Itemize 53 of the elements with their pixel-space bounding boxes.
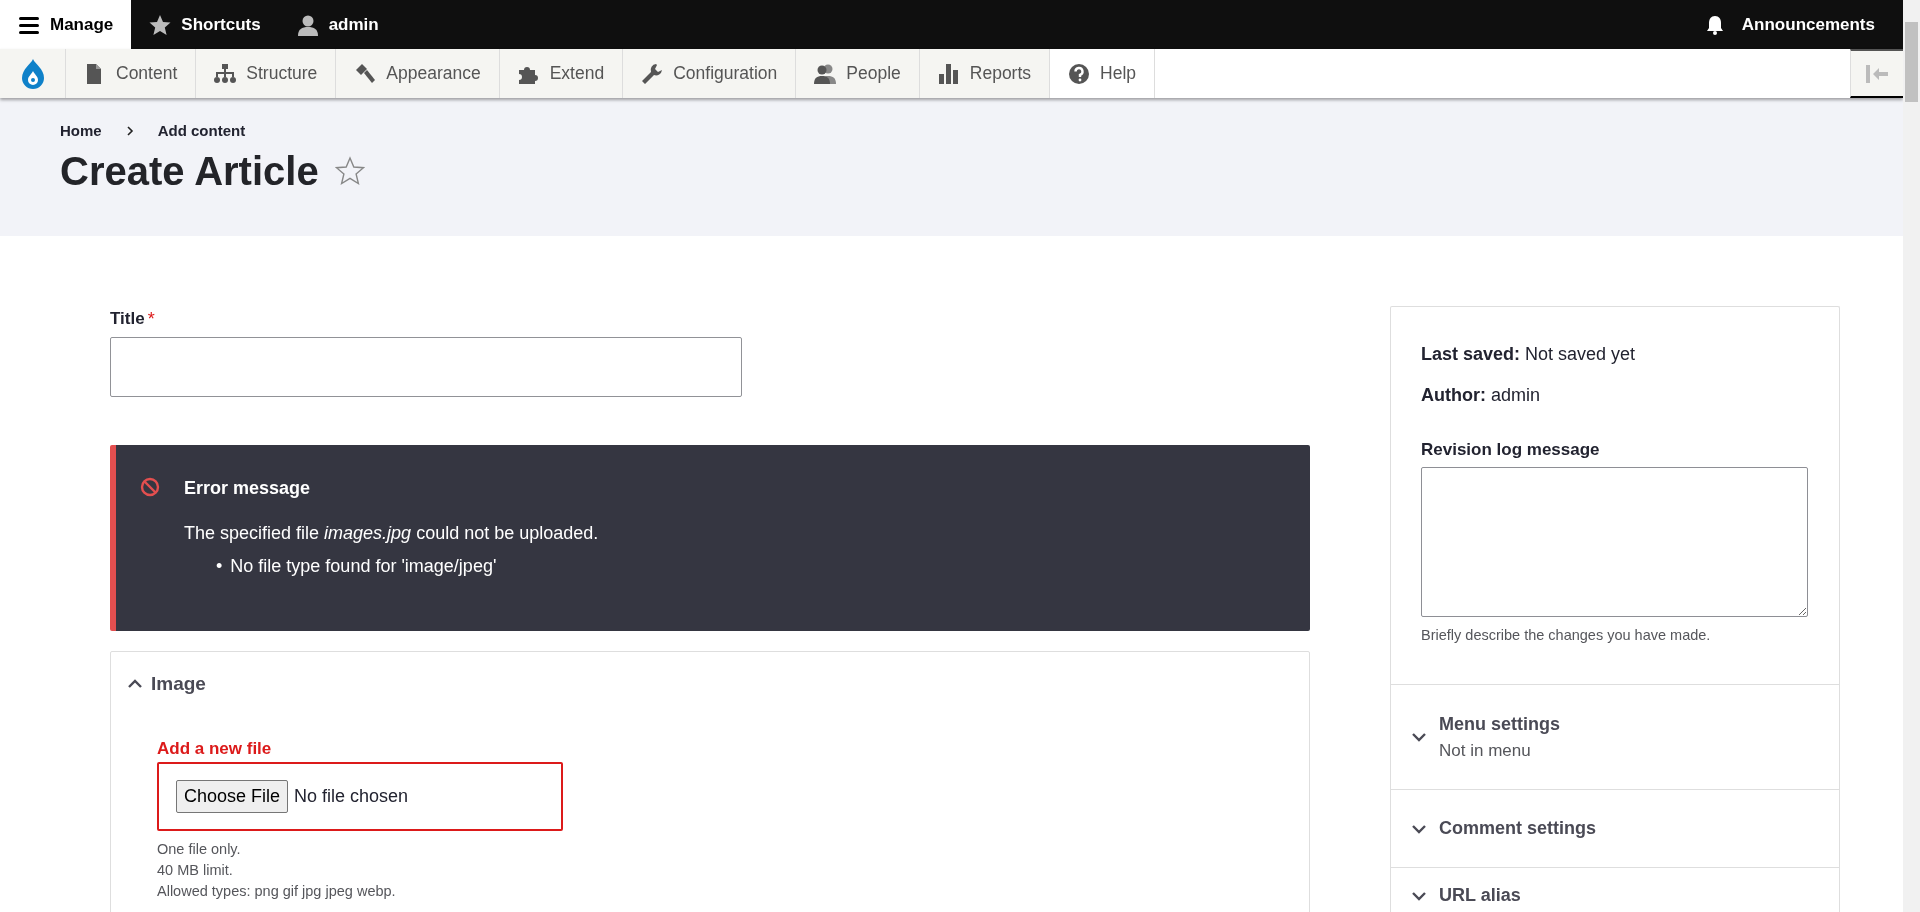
required-mark: * [147, 308, 155, 331]
title-input[interactable] [110, 337, 742, 397]
chevron-right-icon [125, 125, 134, 138]
choose-file-button[interactable]: Choose File [176, 779, 289, 813]
author-text: Author: admin [1421, 384, 1541, 407]
sidebar-section-toggle[interactable]: URL alias [1391, 867, 1839, 912]
user-icon [296, 13, 319, 36]
file-upload-field[interactable]: Choose File No file chosen [157, 761, 563, 831]
admin-menu-item[interactable]: Content [66, 49, 197, 98]
scrollbar[interactable] [1903, 0, 1920, 912]
sidebar-section-toggle[interactable]: Menu settings Not in menu [1391, 683, 1839, 789]
collapse-icon [1865, 63, 1889, 84]
star-icon [149, 13, 172, 36]
toolbar-tab[interactable]: Manage [0, 0, 132, 49]
error-heading: Error message [184, 477, 312, 500]
blocked-icon [140, 477, 160, 497]
error-text: The specified file images.jpg could not be uploaded. [184, 522, 599, 545]
breadcrumb-link[interactable]: Add content [157, 120, 246, 143]
chevron-down-icon [1411, 889, 1427, 902]
admin-menu-item[interactable]: Appearance [336, 49, 500, 98]
bullet-mark: • [216, 555, 223, 578]
sitemap-icon [214, 62, 237, 85]
help-text: One file only. [157, 839, 242, 859]
help-text: 40 MB limit. [157, 860, 234, 880]
field-label: Revision log message [1421, 439, 1601, 461]
admin-menu-item[interactable]: Configuration [623, 49, 797, 98]
bar-chart-icon [937, 62, 960, 85]
field-label: Add a new file [157, 737, 272, 760]
hammer-icon [354, 62, 377, 85]
people-icon [814, 62, 837, 85]
help-icon [1068, 62, 1091, 85]
last-saved-text: Last saved: Not saved yet [1421, 343, 1637, 366]
file-status-text: No file chosen [294, 784, 409, 808]
collapse-toolbar-button[interactable] [1850, 49, 1903, 98]
chevron-down-icon [1411, 822, 1427, 835]
star-outline-icon[interactable] [334, 155, 365, 186]
admin-menu-item[interactable]: Help [1050, 49, 1156, 98]
admin-menu-item[interactable]: Reports [919, 49, 1051, 98]
help-text: Briefly describe the changes you have made. [1421, 625, 1712, 645]
drupal-logo[interactable] [0, 49, 66, 98]
error-item: No file type found for 'image/jpeg' [230, 555, 497, 578]
chevron-down-icon [1411, 730, 1427, 743]
wrench-icon [641, 62, 664, 85]
image-section-toggle[interactable]: Image [111, 652, 222, 717]
field-label: Title [110, 308, 145, 330]
page-title: Create Article [60, 147, 319, 195]
admin-menu-item[interactable]: Extend [499, 49, 624, 98]
admin-menu-item[interactable]: People [796, 49, 920, 98]
breadcrumb-link[interactable]: Home [60, 120, 102, 143]
admin-menu-item[interactable]: Structure [196, 49, 337, 98]
sidebar-section-toggle[interactable]: Comment settings [1391, 789, 1839, 867]
bell-icon [1705, 14, 1724, 35]
help-text: Allowed types: png gif jpg jpeg webp. [157, 881, 397, 901]
